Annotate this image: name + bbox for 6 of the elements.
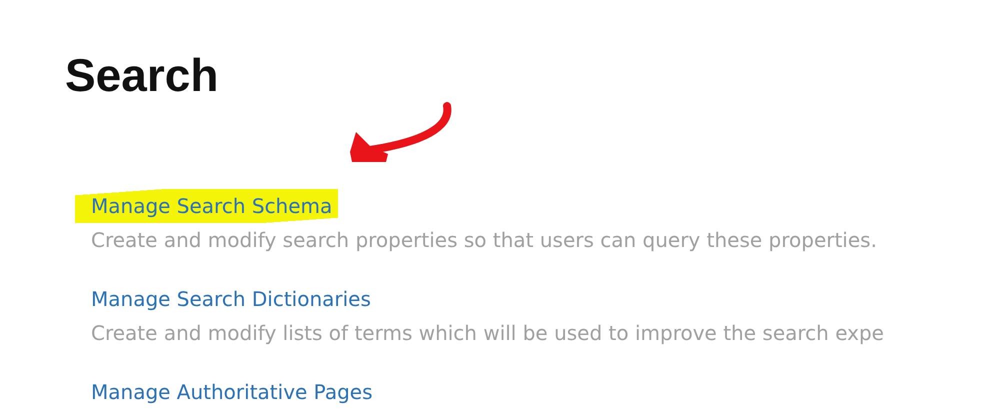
settings-link[interactable]: Manage Authoritative Pages <box>91 374 373 409</box>
settings-link[interactable]: Manage Search Dictionaries <box>91 282 371 316</box>
settings-link[interactable]: Manage Search Schema <box>75 188 338 223</box>
link-description: Create and modify lists of terms which will be used to improve the search expe <box>91 320 885 347</box>
page-title: Search <box>65 50 220 101</box>
link-description: Create and modify search properties so that users can query these properties. <box>91 226 878 254</box>
